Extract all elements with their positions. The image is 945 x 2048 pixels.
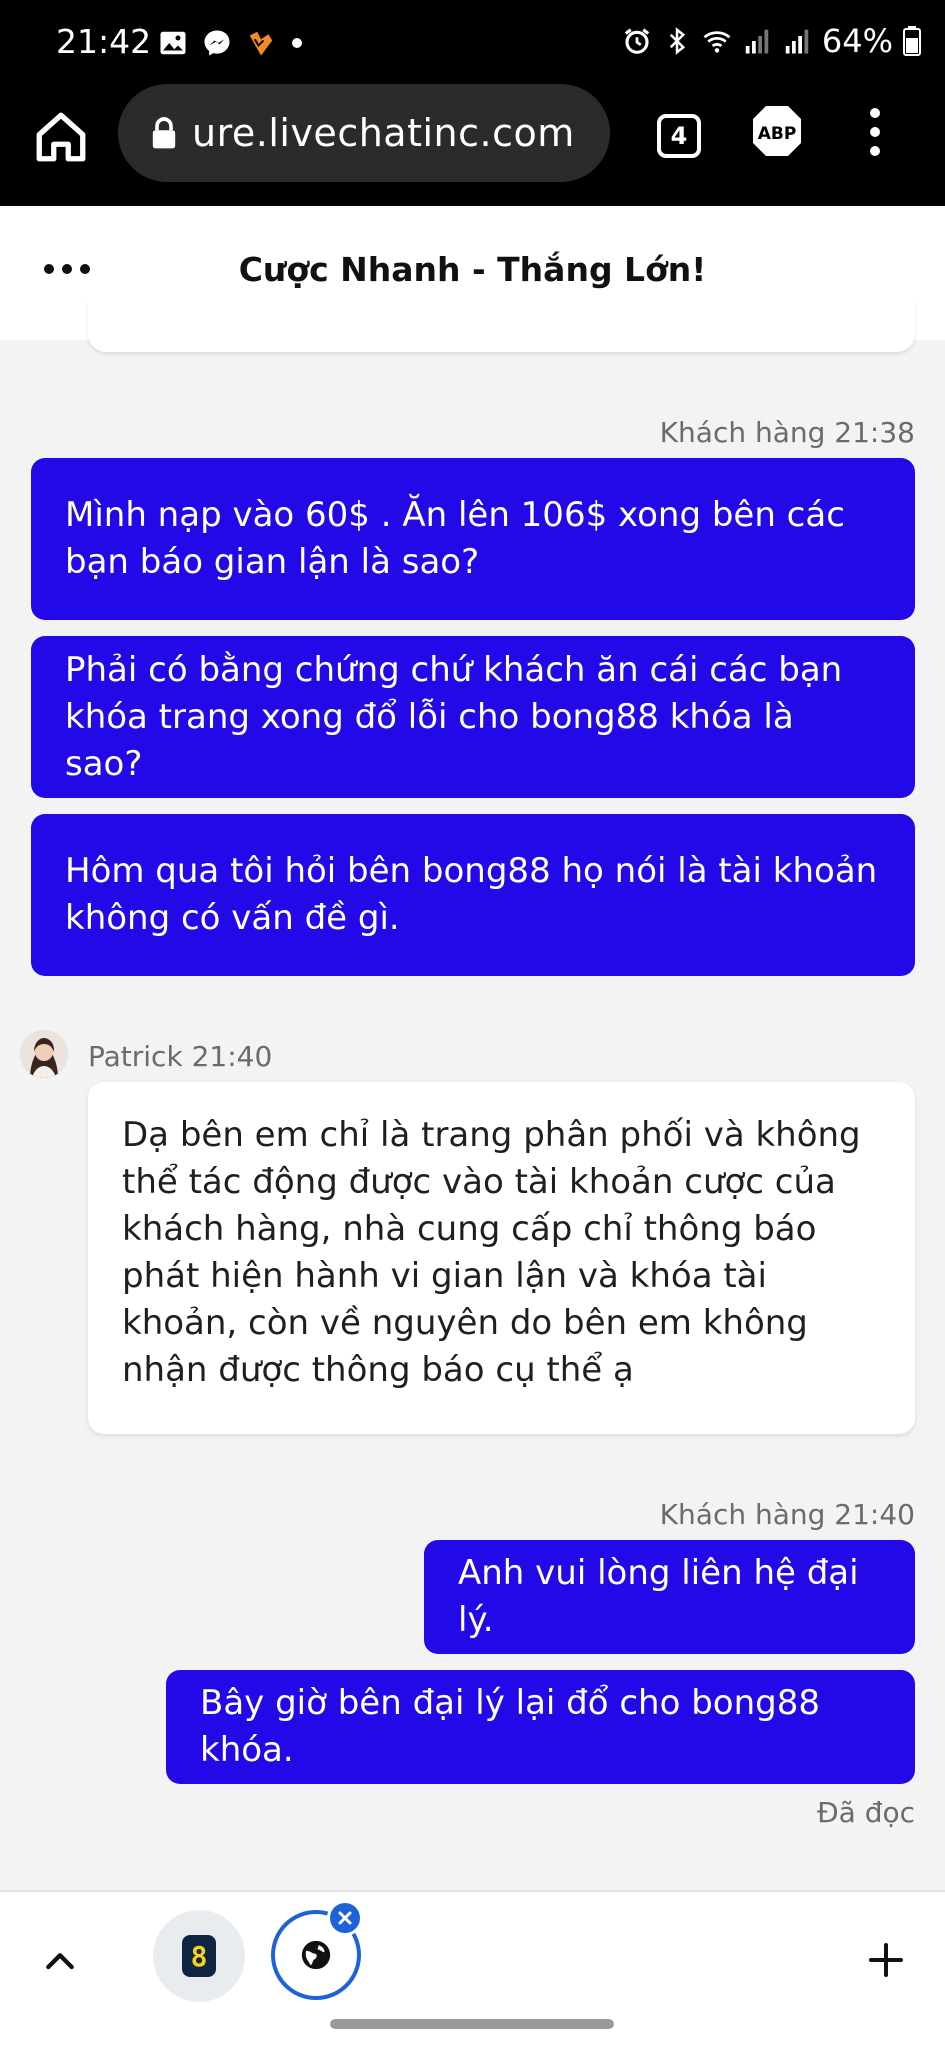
app-badge-label: 8 — [182, 1935, 216, 1977]
outgoing-message: Bây giờ bên đại lý lại đổ cho bong88 khó… — [166, 1670, 915, 1784]
globe-icon — [301, 1940, 331, 1970]
battery-icon — [903, 26, 921, 56]
url-text: ure.livechatinc.com — [192, 111, 575, 155]
home-icon[interactable] — [32, 108, 90, 166]
outgoing-message: Phải có bằng chứng chứ khách ăn cái các … — [31, 636, 915, 798]
messenger-icon — [204, 30, 230, 56]
status-right: 64% — [622, 22, 921, 60]
outgoing-message: Mình nạp vào 60$ . Ăn lên 106$ xong bên … — [31, 458, 915, 620]
message-meta: Patrick 21:40 — [88, 1040, 273, 1073]
home-indicator[interactable] — [330, 2019, 614, 2029]
plus-icon[interactable] — [866, 1940, 906, 1980]
address-bar[interactable]: ure.livechatinc.com — [118, 84, 610, 182]
gallery-icon — [160, 31, 186, 55]
outgoing-message: Anh vui lòng liên hệ đại lý. — [424, 1540, 915, 1654]
battery-percent: 64% — [821, 22, 893, 60]
signal-icon — [745, 29, 769, 54]
adblock-icon[interactable]: ABP — [751, 104, 803, 162]
status-time: 21:42 — [56, 22, 152, 61]
browser-menu-button[interactable] — [865, 108, 885, 160]
signal-2-icon — [785, 29, 809, 54]
read-receipt: Đã đọc — [816, 1796, 915, 1829]
chevron-up-icon[interactable] — [40, 1942, 80, 1982]
previous-message-card — [88, 300, 915, 352]
lock-icon — [152, 117, 176, 149]
agent-avatar — [20, 1030, 68, 1078]
outgoing-message: Hôm qua tôi hỏi bên bong88 họ nói là tài… — [31, 814, 915, 976]
abp-label: ABP — [758, 124, 797, 144]
more-notifications-dot-icon — [292, 38, 302, 48]
notification-icons — [158, 28, 304, 58]
message-meta: Khách hàng 21:40 — [659, 1498, 915, 1531]
browser-toolbar: ure.livechatinc.com 4 ABP — [0, 84, 945, 206]
app-icon — [249, 31, 273, 56]
wifi-icon — [703, 31, 731, 53]
chat-title: Cược Nhanh - Thắng Lớn! — [238, 250, 707, 289]
status-bar: 21:42 64% — [0, 0, 945, 84]
tab-switcher-button[interactable]: 4 — [657, 114, 701, 158]
message-meta: Khách hàng 21:38 — [659, 416, 915, 449]
bluetooth-icon — [669, 27, 685, 55]
agent-photo-icon — [20, 1030, 68, 1078]
bong88-app-button[interactable]: 8 — [153, 1910, 245, 2002]
alarm-icon — [624, 28, 650, 54]
close-site-button[interactable] — [327, 1900, 363, 1936]
close-icon — [338, 1911, 352, 1925]
incoming-message: Dạ bên em chỉ là trang phân phối và khôn… — [88, 1082, 915, 1434]
